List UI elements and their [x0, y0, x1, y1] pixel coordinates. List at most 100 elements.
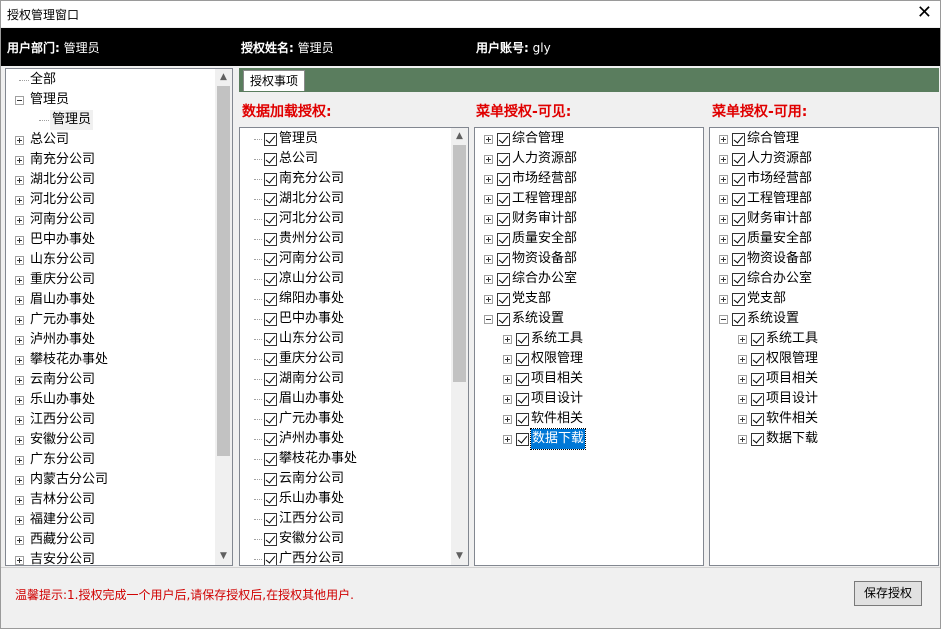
- checkbox-checked[interactable]: [497, 173, 510, 186]
- menu-tree-item[interactable]: 工程管理部: [710, 189, 935, 209]
- expand-icon[interactable]: [484, 215, 493, 224]
- checkbox-checked[interactable]: [264, 433, 277, 446]
- menu-visible-tree[interactable]: 综合管理 人力资源部 市场经营部 工程管理部 财务审计部 质量安全部 物资设备部 综合办公室党…: [474, 127, 704, 566]
- expand-icon[interactable]: [719, 175, 728, 184]
- checkbox-checked[interactable]: [497, 293, 510, 306]
- menu-tree-item[interactable]: 系统设置: [475, 309, 700, 329]
- expand-icon[interactable]: [484, 175, 493, 184]
- checkbox-checked[interactable]: [264, 153, 277, 166]
- checkbox-checked[interactable]: [751, 353, 764, 366]
- scroll-up-icon[interactable]: ▲: [451, 128, 468, 145]
- checkbox-checked[interactable]: [732, 173, 745, 186]
- data-auth-item[interactable]: 广元办事处: [240, 409, 450, 429]
- checkbox-checked[interactable]: [497, 213, 510, 226]
- checkbox-checked[interactable]: [264, 173, 277, 186]
- menu-tree-item[interactable]: 工程管理部: [475, 189, 700, 209]
- menu-tree-item[interactable]: 系统设置: [710, 309, 935, 329]
- tree-item[interactable]: 吉林分公司: [6, 490, 211, 510]
- menu-tree-item[interactable]: 项目设计: [710, 389, 935, 409]
- data-auth-item[interactable]: 云南分公司: [240, 469, 450, 489]
- expand-icon[interactable]: [15, 256, 24, 265]
- expand-icon[interactable]: [503, 335, 512, 344]
- menu-tree-item[interactable]: 综合管理: [475, 129, 700, 149]
- tree-item[interactable]: 河南分公司: [6, 210, 211, 230]
- checkbox-checked[interactable]: [264, 553, 277, 565]
- menu-tree-item[interactable]: 综合办公室: [710, 269, 935, 289]
- checkbox-checked[interactable]: [497, 133, 510, 146]
- expand-icon[interactable]: [15, 536, 24, 545]
- expand-icon[interactable]: [503, 415, 512, 424]
- data-auth-item[interactable]: 绵阳办事处: [240, 289, 450, 309]
- scroll-up-icon[interactable]: ▲: [215, 69, 232, 86]
- expand-icon[interactable]: [15, 196, 24, 205]
- menu-tree-item[interactable]: 物资设备部: [475, 249, 700, 269]
- expand-icon[interactable]: [719, 155, 728, 164]
- expand-icon[interactable]: [719, 275, 728, 284]
- scroll-down-icon[interactable]: ▼: [215, 548, 232, 565]
- data-auth-item[interactable]: 泸州办事处: [240, 429, 450, 449]
- checkbox-checked[interactable]: [732, 233, 745, 246]
- collapse-icon[interactable]: [719, 315, 728, 324]
- tree-item[interactable]: 重庆分公司: [6, 270, 211, 290]
- menu-tree-item[interactable]: 数据下载: [710, 429, 935, 449]
- menu-tree-item[interactable]: 物资设备部: [710, 249, 935, 269]
- data-auth-item[interactable]: 眉山办事处: [240, 389, 450, 409]
- expand-icon[interactable]: [15, 276, 24, 285]
- menu-tree-item[interactable]: 软件相关: [475, 409, 700, 429]
- tree-item[interactable]: 广元办事处: [6, 310, 211, 330]
- expand-icon[interactable]: [719, 195, 728, 204]
- expand-icon[interactable]: [15, 516, 24, 525]
- expand-icon[interactable]: [15, 356, 24, 365]
- checkbox-checked[interactable]: [264, 273, 277, 286]
- menu-tree-item[interactable]: 质量安全部: [710, 229, 935, 249]
- expand-icon[interactable]: [738, 415, 747, 424]
- expand-icon[interactable]: [503, 435, 512, 444]
- data-auth-item[interactable]: 南充分公司: [240, 169, 450, 189]
- expand-icon[interactable]: [15, 396, 24, 405]
- expand-icon[interactable]: [484, 155, 493, 164]
- expand-icon[interactable]: [15, 456, 24, 465]
- expand-icon[interactable]: [15, 376, 24, 385]
- expand-icon[interactable]: [15, 216, 24, 225]
- menu-tree-item[interactable]: 系统工具: [710, 329, 935, 349]
- data-auth-item[interactable]: 江西分公司: [240, 509, 450, 529]
- data-auth-item[interactable]: 管理员: [240, 129, 450, 149]
- data-auth-item[interactable]: 安徽分公司: [240, 529, 450, 549]
- expand-icon[interactable]: [738, 355, 747, 364]
- checkbox-checked[interactable]: [497, 253, 510, 266]
- tab-auth-items[interactable]: 授权事项: [243, 70, 306, 91]
- checkbox-checked[interactable]: [264, 393, 277, 406]
- menu-tree-item[interactable]: 人力资源部: [710, 149, 935, 169]
- checkbox-checked[interactable]: [264, 513, 277, 526]
- tree-item[interactable]: 泸州办事处: [6, 330, 211, 350]
- tree-item[interactable]: 巴中办事处: [6, 230, 211, 250]
- expand-icon[interactable]: [719, 295, 728, 304]
- data-auth-item[interactable]: 乐山办事处: [240, 489, 450, 509]
- expand-icon[interactable]: [738, 375, 747, 384]
- tree-item[interactable]: 眉山办事处: [6, 290, 211, 310]
- expand-icon[interactable]: [484, 295, 493, 304]
- checkbox-checked[interactable]: [732, 213, 745, 226]
- collapse-icon[interactable]: [15, 96, 24, 105]
- checkbox-checked[interactable]: [264, 533, 277, 546]
- expand-icon[interactable]: [719, 215, 728, 224]
- data-auth-list[interactable]: ▲ ▼ 管理员 总公司 南充分公司 湖北分公司 河北分公司 贵州分公司 河南分公司 凉山分公司…: [239, 127, 469, 566]
- checkbox-checked[interactable]: [264, 453, 277, 466]
- checkbox-checked[interactable]: [264, 493, 277, 506]
- data-auth-item[interactable]: 总公司: [240, 149, 450, 169]
- checkbox-checked[interactable]: [732, 293, 745, 306]
- checkbox-checked[interactable]: [751, 333, 764, 346]
- data-auth-item[interactable]: 巴中办事处: [240, 309, 450, 329]
- checkbox-checked[interactable]: [497, 313, 510, 326]
- checkbox-checked[interactable]: [732, 193, 745, 206]
- checkbox-checked[interactable]: [264, 353, 277, 366]
- menu-tree-item[interactable]: 系统工具: [475, 329, 700, 349]
- tree-item[interactable]: 全部: [6, 70, 211, 90]
- tree-item[interactable]: 云南分公司: [6, 370, 211, 390]
- checkbox-checked[interactable]: [751, 373, 764, 386]
- checkbox-checked[interactable]: [732, 313, 745, 326]
- expand-icon[interactable]: [15, 316, 24, 325]
- data-auth-item[interactable]: 湖南分公司: [240, 369, 450, 389]
- checkbox-checked[interactable]: [732, 133, 745, 146]
- data-auth-item[interactable]: 山东分公司: [240, 329, 450, 349]
